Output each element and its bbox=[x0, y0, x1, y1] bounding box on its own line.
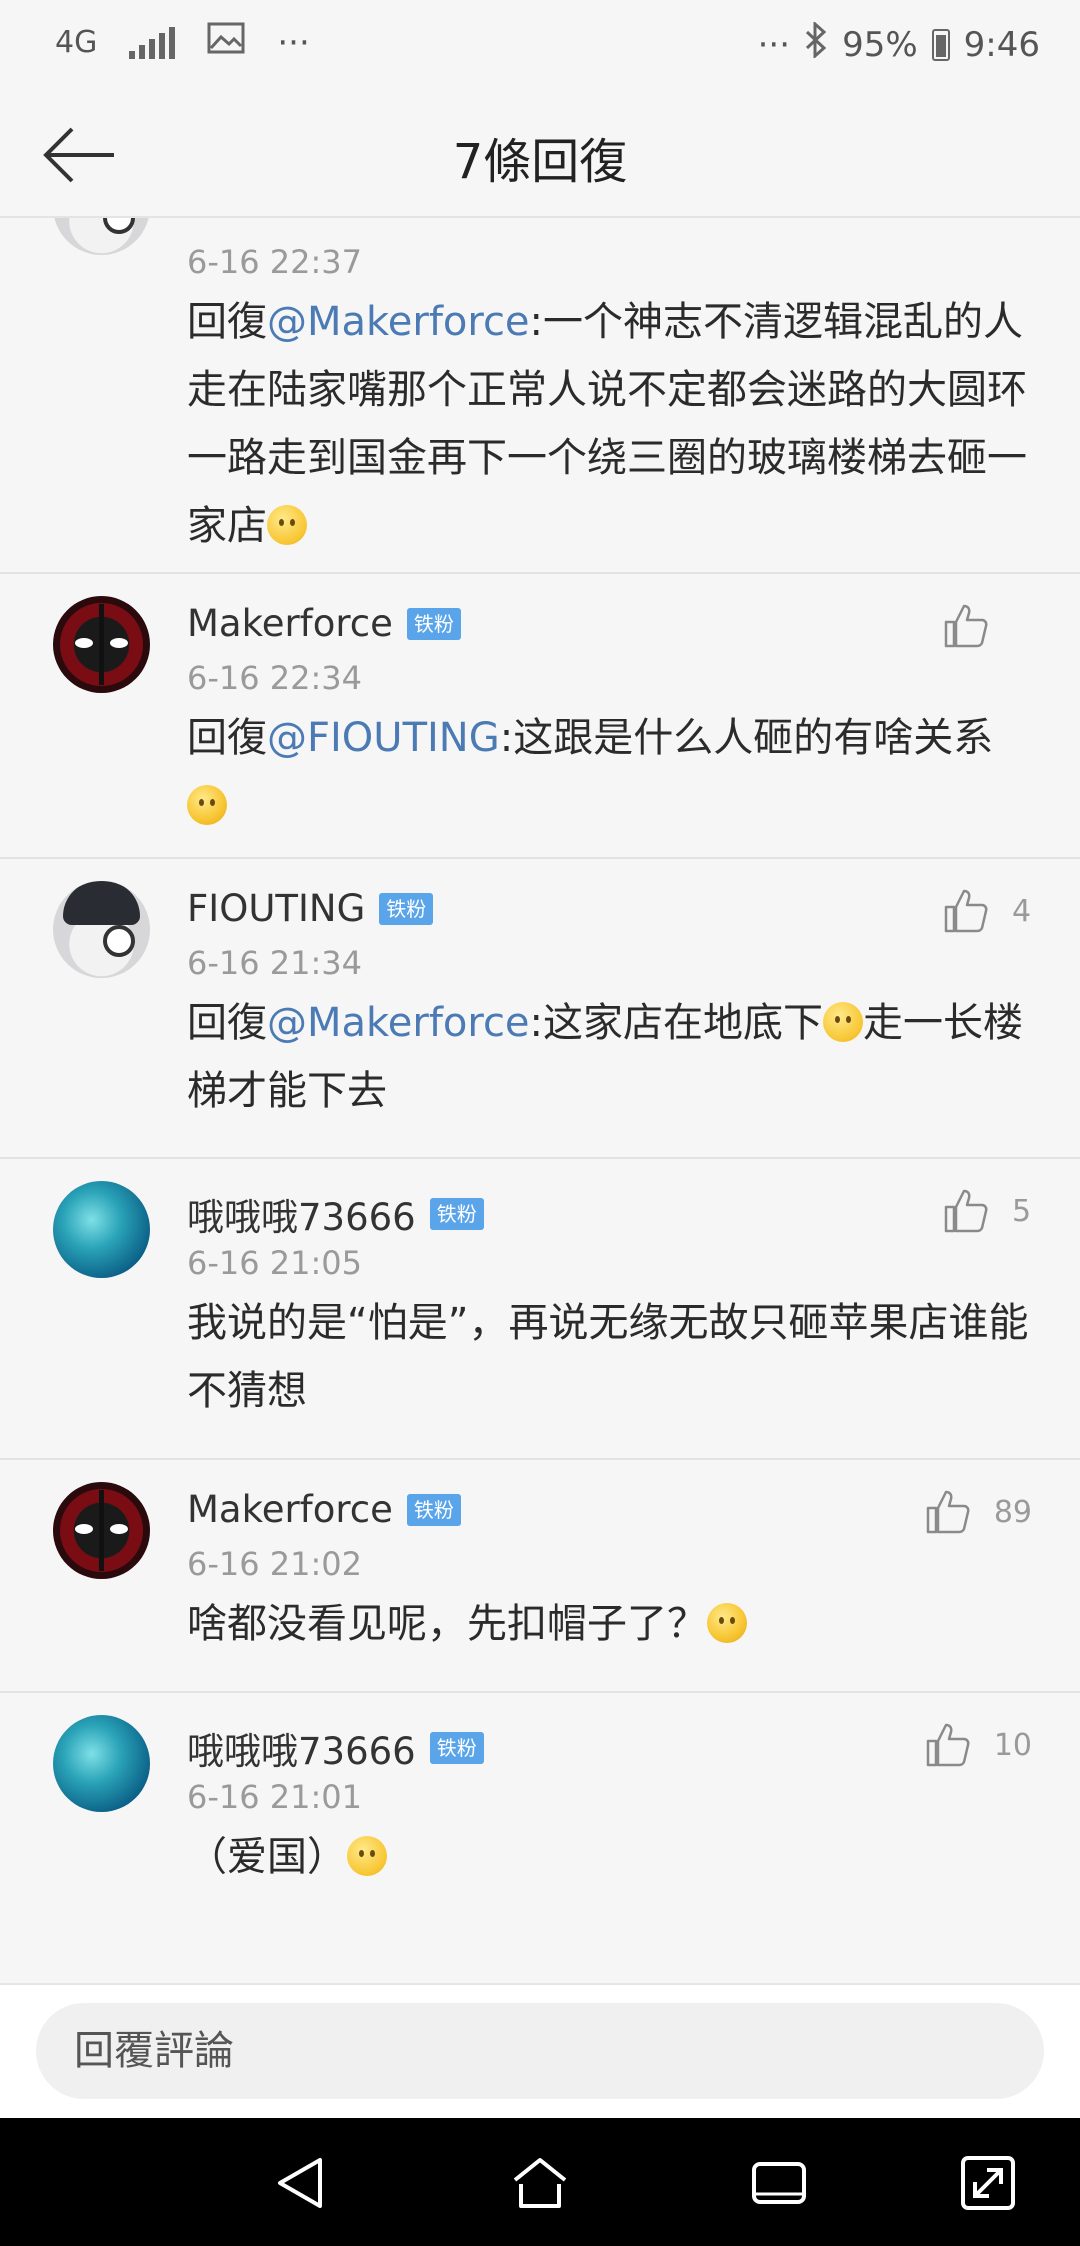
like-count: 5 bbox=[1012, 1193, 1032, 1229]
avatar[interactable] bbox=[53, 881, 150, 978]
like-count: 10 bbox=[993, 1727, 1032, 1763]
like-count: 4 bbox=[1012, 893, 1032, 929]
reply-content: （爱国） bbox=[187, 1823, 1037, 1891]
user-row: Makerforce 铁粉 bbox=[187, 602, 461, 645]
avatar[interactable] bbox=[53, 1181, 150, 1278]
bluetooth-icon bbox=[804, 20, 828, 67]
thumbs-up-icon bbox=[944, 889, 988, 933]
fan-badge: 铁粉 bbox=[429, 1198, 484, 1230]
avatar[interactable] bbox=[53, 1715, 150, 1812]
page-title: 7條回復 bbox=[452, 134, 628, 190]
username[interactable]: 哦哦哦73666 bbox=[187, 1721, 416, 1775]
nav-expand-button[interactable] bbox=[957, 2152, 1019, 2214]
thumbs-up-icon bbox=[926, 1723, 970, 1767]
mention-link[interactable]: @FIOUTING bbox=[267, 715, 500, 761]
reply-input[interactable]: 回覆評論 bbox=[36, 2003, 1044, 2099]
reply-item: Makerforce 铁粉 6-16 22:34 回復@FIOUTING:这跟是… bbox=[0, 574, 1080, 859]
reply-content: 回復@Makerforce:一个神志不清逻辑混乱的人走在陆家嘴那个正常人说不定都… bbox=[187, 288, 1037, 560]
battery-percent: 95% bbox=[842, 24, 918, 65]
smile-emoji-icon bbox=[267, 505, 307, 545]
username[interactable]: 哦哦哦73666 bbox=[187, 1187, 416, 1241]
reply-item: Makerforce 铁粉 6-16 21:02 啥都没看见呢，先扣帽子了？ 8… bbox=[0, 1460, 1080, 1693]
fan-badge: 铁粉 bbox=[406, 607, 461, 640]
avatar[interactable] bbox=[53, 1482, 150, 1579]
fan-badge: 铁粉 bbox=[429, 1732, 484, 1764]
system-nav-bar bbox=[0, 2118, 1080, 2246]
gallery-icon bbox=[207, 22, 245, 63]
battery-icon bbox=[931, 28, 950, 61]
reply-time: 6-16 21:01 bbox=[187, 1778, 363, 1816]
like-button[interactable]: 4 bbox=[942, 887, 1032, 935]
reply-time: 6-16 21:02 bbox=[187, 1545, 363, 1583]
reply-prefix: 回復 bbox=[187, 1000, 267, 1046]
username[interactable]: Makerforce bbox=[187, 602, 393, 645]
more-status-icon: ··· bbox=[757, 24, 791, 65]
user-row: 哦哦哦73666 铁粉 bbox=[187, 1721, 484, 1775]
reply-item: 哦哦哦73666 铁粉 6-16 21:01 （爱国） 10 bbox=[0, 1693, 1080, 1983]
avatar[interactable] bbox=[53, 596, 150, 693]
username[interactable]: FIOUTING bbox=[187, 887, 365, 930]
status-bar: 4G ··· ··· 95% 9:46 bbox=[0, 0, 1080, 90]
nav-back-icon bbox=[278, 2158, 322, 2208]
reply-item: FIOUTING 铁粉 6-16 21:34 回復@Makerforce:这家店… bbox=[0, 859, 1080, 1159]
reply-text: 啥都没看见呢，先扣帽子了？ bbox=[187, 1601, 707, 1647]
laugh-cry-emoji-icon bbox=[187, 785, 227, 825]
reply-prefix: 回復 bbox=[187, 299, 267, 345]
reply-prefix: 回復 bbox=[187, 715, 267, 761]
reply-content: 我说的是“怕是”，再说无缘无故只砸苹果店谁能不猜想 bbox=[187, 1300, 1029, 1414]
nav-back-button[interactable] bbox=[270, 2152, 332, 2214]
smile-emoji-icon bbox=[347, 1836, 387, 1876]
username[interactable]: Makerforce bbox=[187, 1488, 393, 1531]
mention-link[interactable]: @Makerforce bbox=[267, 1000, 530, 1046]
like-button[interactable]: 89 bbox=[924, 1488, 1032, 1536]
thumbs-up-icon bbox=[926, 1490, 970, 1534]
nav-expand-icon bbox=[961, 2156, 1015, 2210]
like-button[interactable] bbox=[942, 602, 1032, 650]
reply-list[interactable]: 6-16 22:37 回復@Makerforce:一个神志不清逻辑混乱的人走在陆… bbox=[0, 218, 1080, 1983]
user-row: FIOUTING 铁粉 bbox=[187, 887, 434, 930]
reply-text: （爱国） bbox=[187, 1834, 347, 1880]
nav-recent-icon bbox=[752, 2162, 806, 2204]
reply-time: 6-16 21:05 bbox=[187, 1244, 363, 1282]
mention-link[interactable]: @Makerforce bbox=[267, 299, 530, 345]
reply-time: 6-16 21:34 bbox=[187, 944, 363, 982]
reply-content: 啥都没看见呢，先扣帽子了？ bbox=[187, 1590, 1037, 1658]
like-button[interactable]: 5 bbox=[942, 1187, 1032, 1235]
avatar[interactable] bbox=[53, 218, 150, 255]
status-right: ··· 95% 9:46 bbox=[757, 20, 1040, 67]
thumbs-up-icon bbox=[944, 1189, 988, 1233]
like-button[interactable]: 10 bbox=[924, 1721, 1032, 1769]
reply-item: 6-16 22:37 回復@Makerforce:一个神志不清逻辑混乱的人走在陆… bbox=[0, 218, 1080, 574]
reply-text: :这跟是什么人砸的有啥关系 bbox=[499, 715, 994, 761]
reply-item: 哦哦哦73666 铁粉 6-16 21:05 我说的是“怕是”，再说无缘无故只砸… bbox=[0, 1159, 1080, 1460]
reply-text: :这家店在地底下 bbox=[529, 1000, 824, 1046]
clock: 9:46 bbox=[963, 24, 1040, 65]
reply-input-bar: 回覆評論 bbox=[0, 1983, 1080, 2118]
user-row: Makerforce 铁粉 bbox=[187, 1488, 461, 1531]
reply-content: 回復@Makerforce:这家店在地底下 走一长楼梯才能下去 bbox=[187, 989, 1037, 1125]
header: 7條回復 bbox=[0, 90, 1080, 218]
reply-time: 6-16 22:37 bbox=[187, 243, 363, 281]
nav-recent-button[interactable] bbox=[748, 2152, 810, 2214]
more-notifications-icon: ··· bbox=[277, 22, 310, 63]
fan-badge: 铁粉 bbox=[406, 1493, 461, 1526]
nav-home-button[interactable] bbox=[509, 2152, 571, 2214]
signal-icon bbox=[129, 26, 176, 59]
network-indicator: 4G bbox=[55, 25, 98, 60]
status-left: 4G ··· bbox=[55, 22, 310, 63]
like-count: 89 bbox=[993, 1494, 1032, 1530]
nav-home-icon bbox=[513, 2158, 567, 2208]
reply-time: 6-16 22:34 bbox=[187, 659, 363, 697]
smile-emoji-icon bbox=[823, 1002, 864, 1042]
fan-badge: 铁粉 bbox=[379, 892, 434, 925]
user-row: 哦哦哦73666 铁粉 bbox=[187, 1187, 484, 1241]
thumbs-up-icon bbox=[944, 604, 988, 648]
sweat-smile-emoji-icon bbox=[707, 1603, 747, 1643]
reply-content: 回復@FIOUTING:这跟是什么人砸的有啥关系 bbox=[187, 704, 1037, 840]
